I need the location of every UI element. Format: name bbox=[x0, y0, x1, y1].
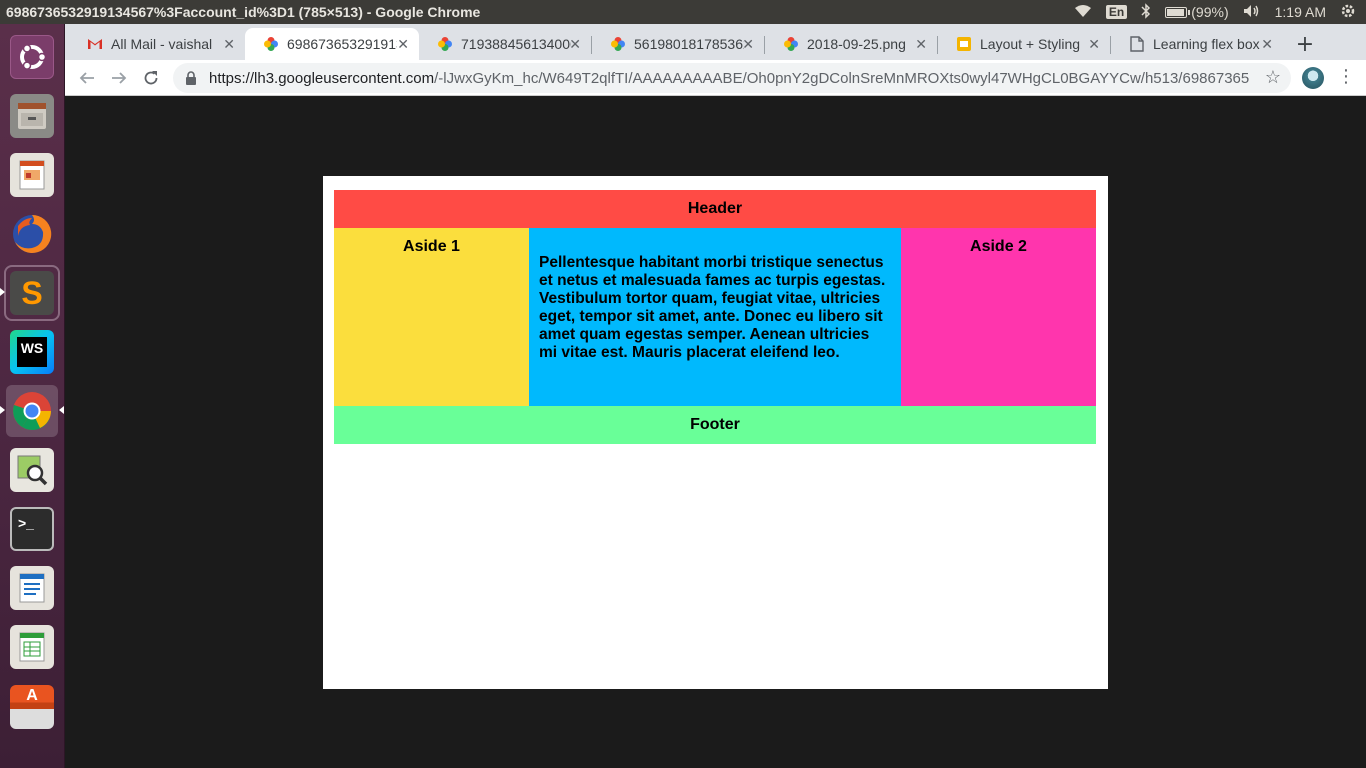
gear-icon[interactable] bbox=[1340, 3, 1356, 22]
url-path: /-lJwxGyKm_hc/W649T2qlfTI/AAAAAAAAABE/Oh… bbox=[434, 69, 1249, 87]
bookmark-star-icon[interactable]: ☆ bbox=[1265, 67, 1281, 88]
tab-gmail[interactable]: All Mail - vaishal ✕ bbox=[69, 28, 245, 60]
tab-image-2[interactable]: 719388456134006 ✕ bbox=[419, 28, 591, 60]
document-icon bbox=[10, 566, 54, 610]
demo-main-content: Pellentesque habitant morbi tristique se… bbox=[529, 228, 901, 406]
tab-image-4[interactable]: 2018-09-25.png ✕ bbox=[765, 28, 937, 60]
tab-label: 719388456134006 bbox=[461, 36, 571, 52]
magnifier-icon bbox=[10, 448, 54, 492]
launcher-item-image-viewer[interactable] bbox=[6, 444, 58, 496]
tab-active-image[interactable]: 698673653291913 ✕ bbox=[245, 28, 419, 60]
forward-arrow-icon bbox=[112, 72, 127, 84]
demo-aside-1: Aside 1 bbox=[334, 228, 529, 406]
photos-icon bbox=[610, 36, 626, 52]
back-button[interactable] bbox=[75, 66, 99, 90]
close-icon[interactable]: ✕ bbox=[397, 36, 409, 53]
presentation-icon bbox=[10, 153, 54, 197]
launcher-item-terminal[interactable]: >_ bbox=[6, 503, 58, 555]
launcher-item-chrome[interactable] bbox=[6, 385, 58, 437]
photos-icon bbox=[783, 36, 799, 52]
launcher-item-impress[interactable] bbox=[6, 149, 58, 201]
close-icon[interactable]: ✕ bbox=[1088, 36, 1100, 53]
launcher-item-firefox[interactable] bbox=[6, 208, 58, 260]
system-top-bar: 6986736532919134567%3Faccount_id%3D1 (78… bbox=[0, 0, 1366, 24]
battery-percent: (99%) bbox=[1191, 4, 1229, 20]
reload-icon bbox=[144, 71, 158, 85]
tab-label: 698673653291913 bbox=[287, 36, 397, 52]
running-indicator bbox=[0, 406, 5, 414]
terminal-icon: >_ bbox=[10, 507, 54, 551]
close-icon[interactable]: ✕ bbox=[1261, 36, 1273, 53]
chrome-icon bbox=[10, 389, 54, 433]
back-arrow-icon bbox=[79, 72, 94, 84]
launcher-item-webstorm[interactable]: WS bbox=[6, 326, 58, 378]
lock-icon[interactable] bbox=[185, 71, 197, 85]
close-icon[interactable]: ✕ bbox=[569, 36, 581, 53]
launcher-item-sublime[interactable]: S bbox=[4, 265, 60, 321]
clock[interactable]: 1:19 AM bbox=[1275, 4, 1326, 20]
demo-footer: Footer bbox=[334, 406, 1096, 444]
forward-button[interactable] bbox=[107, 66, 131, 90]
webstorm-glyph: WS bbox=[17, 337, 47, 367]
tab-image-3[interactable]: 561980181785362 ✕ bbox=[592, 28, 764, 60]
url-text[interactable]: https://lh3.googleusercontent.com/-lJwxG… bbox=[209, 70, 1249, 87]
tab-learning-flexbox[interactable]: Learning flex box ✕ bbox=[1111, 28, 1283, 60]
tab-label: 561980181785362 bbox=[634, 36, 744, 52]
system-tray: En (99%) 1:19 AM bbox=[1074, 2, 1366, 22]
keyboard-layout-indicator[interactable]: En bbox=[1105, 5, 1128, 19]
sublime-icon: S bbox=[10, 271, 54, 315]
photos-icon bbox=[263, 36, 279, 52]
page-viewport: Header Aside 1 Pellentesque habitant mor… bbox=[65, 96, 1366, 768]
battery-icon bbox=[1165, 6, 1191, 18]
focused-indicator bbox=[59, 406, 64, 414]
wifi-icon[interactable] bbox=[1074, 4, 1092, 21]
battery-indicator[interactable]: (99%) bbox=[1165, 4, 1229, 20]
battery-level-fill bbox=[1167, 8, 1185, 16]
tab-label: 2018-09-25.png bbox=[807, 36, 906, 52]
tab-layout-styling[interactable]: Layout + Styling ✕ bbox=[938, 28, 1110, 60]
slides-icon bbox=[956, 36, 972, 52]
photos-icon bbox=[437, 36, 453, 52]
gmail-icon bbox=[87, 36, 103, 52]
demo-header: Header bbox=[334, 190, 1096, 228]
menu-kebab-icon[interactable]: ⋮ bbox=[1337, 66, 1355, 87]
webstorm-icon: WS bbox=[10, 330, 54, 374]
browser-toolbar: https://lh3.googleusercontent.com/-lJwxG… bbox=[65, 60, 1366, 96]
close-icon[interactable]: ✕ bbox=[915, 36, 927, 53]
profile-avatar[interactable] bbox=[1302, 67, 1324, 89]
close-icon[interactable]: ✕ bbox=[223, 36, 235, 53]
spreadsheet-icon bbox=[10, 625, 54, 669]
demo-aside-2: Aside 2 bbox=[901, 228, 1096, 406]
file-cabinet-icon bbox=[10, 94, 54, 138]
page-icon bbox=[1129, 36, 1145, 52]
window-title: 6986736532919134567%3Faccount_id%3D1 (78… bbox=[6, 4, 481, 20]
volume-icon[interactable] bbox=[1243, 4, 1261, 21]
bluetooth-icon[interactable] bbox=[1141, 2, 1151, 22]
firefox-icon bbox=[10, 212, 54, 256]
tab-label: Layout + Styling bbox=[980, 36, 1081, 52]
software-center-icon: A bbox=[10, 685, 54, 729]
running-indicator bbox=[0, 288, 5, 296]
flexbox-layout-demo: Header Aside 1 Pellentesque habitant mor… bbox=[334, 190, 1096, 444]
browser-chrome: All Mail - vaishal ✕ 698673653291913 ✕ 7… bbox=[65, 24, 1366, 96]
launcher-item-writer[interactable] bbox=[6, 562, 58, 614]
new-tab-button[interactable]: + bbox=[1291, 30, 1319, 58]
launcher-item-files[interactable] bbox=[6, 90, 58, 142]
launcher-item-dash[interactable] bbox=[6, 31, 58, 83]
ubuntu-logo-icon bbox=[10, 35, 54, 79]
launcher-item-software[interactable]: A bbox=[6, 676, 58, 738]
tab-strip: All Mail - vaishal ✕ 698673653291913 ✕ 7… bbox=[65, 24, 1366, 60]
url-host: https://lh3.googleusercontent.com bbox=[209, 69, 435, 87]
close-icon[interactable]: ✕ bbox=[742, 36, 754, 53]
unity-launcher: S WS >_ A bbox=[0, 24, 65, 768]
tab-label: Learning flex box bbox=[1153, 36, 1260, 52]
demo-middle-row: Aside 1 Pellentesque habitant morbi tris… bbox=[334, 228, 1096, 406]
address-bar[interactable]: https://lh3.googleusercontent.com/-lJwxG… bbox=[173, 63, 1291, 93]
displayed-image[interactable]: Header Aside 1 Pellentesque habitant mor… bbox=[323, 176, 1108, 689]
launcher-item-calc[interactable] bbox=[6, 621, 58, 673]
reload-button[interactable] bbox=[139, 66, 163, 90]
